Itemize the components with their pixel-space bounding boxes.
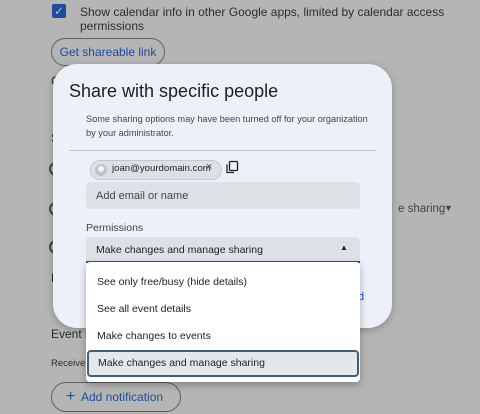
avatar bbox=[95, 164, 107, 176]
chevron-up-icon: ▲ bbox=[340, 243, 348, 252]
divider bbox=[69, 150, 376, 151]
menu-item-free-busy[interactable]: See only free/busy (hide details) bbox=[86, 269, 360, 296]
add-email-input[interactable] bbox=[86, 182, 360, 209]
permissions-label: Permissions bbox=[86, 222, 144, 234]
chip-email: joan@yourdomain.com bbox=[112, 163, 211, 174]
permissions-select-value: Make changes and manage sharing bbox=[96, 244, 263, 256]
menu-item-manage-sharing[interactable]: Make changes and manage sharing bbox=[87, 350, 359, 377]
menu-item-make-changes[interactable]: Make changes to events bbox=[86, 323, 360, 350]
menu-item-all-details[interactable]: See all event details bbox=[86, 296, 360, 323]
permissions-menu: See only free/busy (hide details) See al… bbox=[86, 262, 360, 382]
person-chip[interactable]: joan@yourdomain.com × bbox=[90, 160, 222, 180]
admin-restriction-note: Some sharing options may have been turne… bbox=[86, 114, 368, 138]
close-icon[interactable]: × bbox=[206, 161, 212, 173]
permissions-select[interactable]: Make changes and manage sharing ▲ bbox=[86, 237, 360, 263]
copy-icon[interactable] bbox=[225, 160, 239, 174]
dialog-title: Share with specific people bbox=[69, 81, 279, 101]
